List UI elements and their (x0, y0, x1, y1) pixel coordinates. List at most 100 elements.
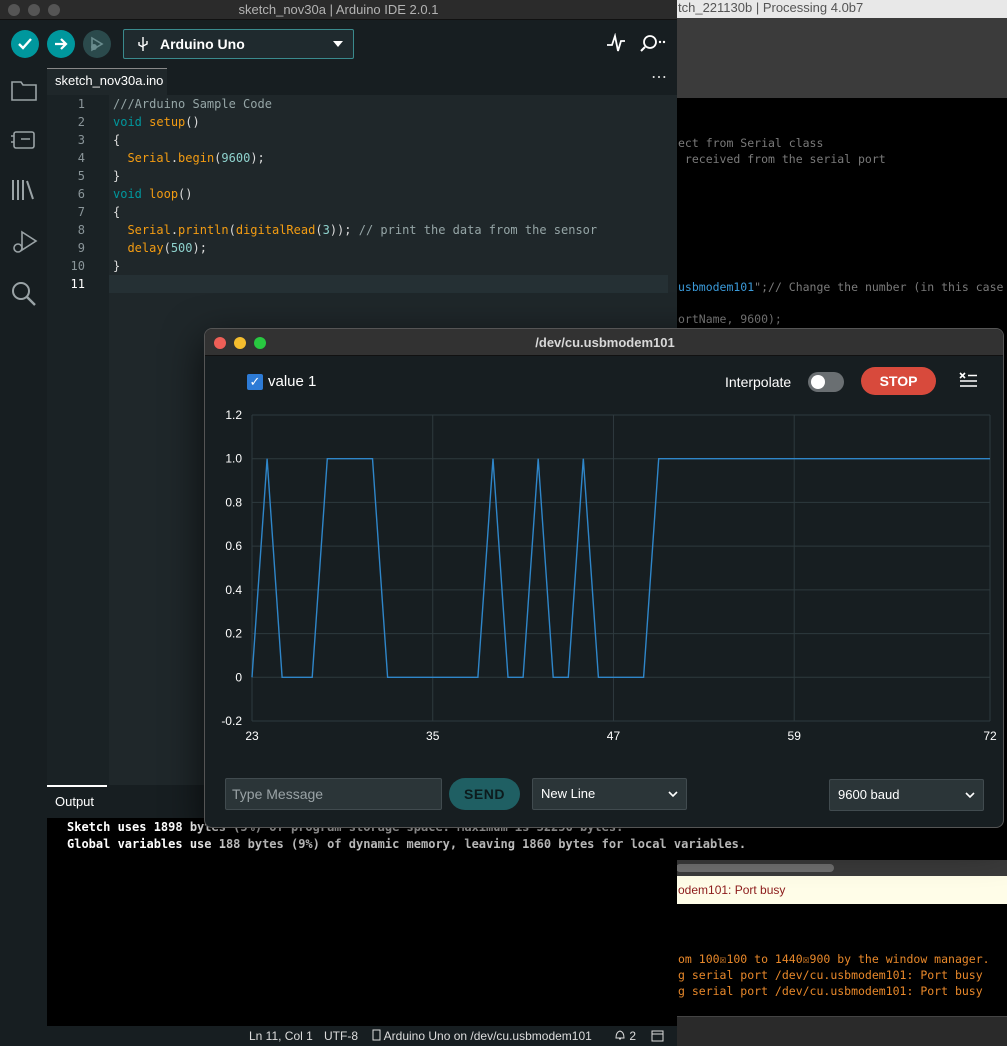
tab-sketch[interactable]: sketch_nov30a.ino (47, 68, 167, 95)
line-number-gutter: 1 2 3 4 5 6 7 8 9 10 11 (47, 95, 109, 785)
code-line: } (113, 169, 121, 183)
check-icon (18, 38, 32, 50)
y-tick-label: 0.8 (225, 495, 242, 509)
processing-toolbar (676, 18, 1007, 98)
board-port-status[interactable]: Arduino Uno on /dev/cu.usbmodem101 (372, 1026, 592, 1046)
upload-button[interactable] (47, 30, 75, 58)
debug-button[interactable] (83, 30, 111, 58)
debug-sidebar-icon[interactable] (10, 228, 38, 256)
series-checkbox[interactable]: ✓ (247, 374, 263, 390)
panel-toggle-icon[interactable] (651, 1030, 664, 1042)
notifications[interactable]: 2 (614, 1026, 636, 1046)
line-number: 10 (70, 259, 85, 273)
encoding[interactable]: UTF-8 (324, 1026, 358, 1046)
console-line: g serial port /dev/cu.usbmodem101: Port … (678, 968, 983, 982)
line-number: 9 (77, 241, 85, 255)
cursor-position[interactable]: Ln 11, Col 1 (249, 1026, 313, 1046)
line-number: 8 (77, 223, 85, 237)
serial-plotter-icon[interactable] (606, 33, 626, 53)
chevron-down-icon (333, 41, 343, 47)
tab-output[interactable]: Output (47, 785, 107, 818)
line-number: 7 (77, 205, 85, 219)
series-label[interactable]: value 1 (268, 372, 316, 392)
board-manager-icon[interactable] (10, 126, 38, 154)
x-tick-label: 59 (788, 729, 802, 743)
stop-button[interactable]: STOP (861, 367, 936, 395)
clear-plot-icon[interactable] (957, 371, 979, 391)
x-tick-label: 47 (607, 729, 621, 743)
code-line: delay(500); (127, 241, 207, 255)
code-line: } (113, 259, 121, 273)
more-options-icon[interactable]: ⋯ (651, 68, 667, 88)
plotter-title: /dev/cu.usbmodem101 (535, 335, 675, 350)
code-line: void loop() (113, 187, 193, 201)
y-tick-label: 0.2 (225, 627, 242, 641)
output-line: Global variables use 188 bytes (9%) of d… (67, 837, 747, 851)
file-icon (372, 1029, 381, 1041)
board-name: Arduino Uno (160, 36, 245, 52)
code-line: ///Arduino Sample Code (113, 97, 272, 111)
status-bar: Ln 11, Col 1 UTF-8 Arduino Uno on /dev/c… (0, 1026, 677, 1046)
chevron-down-icon (965, 792, 975, 799)
processing-title: tch_221130b | Processing 4.0b7 (676, 0, 1007, 18)
scroll-thumb[interactable] (676, 864, 834, 872)
y-tick-label: 0.4 (225, 583, 242, 597)
processing-error-bar: odem101: Port busy (676, 876, 1007, 904)
line-number: 2 (77, 115, 85, 129)
editor-tabbar: sketch_nov30a.ino ⋯ (47, 68, 677, 95)
chevron-down-icon (668, 791, 678, 798)
bell-icon (615, 1030, 625, 1040)
code-line: { (113, 205, 121, 219)
processing-code-line: received from the serial port (678, 152, 886, 166)
interpolate-toggle[interactable] (808, 372, 844, 392)
toggle-knob (811, 375, 825, 389)
code-line: void setup() (113, 115, 200, 129)
console-line: om 100☒100 to 1440☒900 by the window man… (678, 952, 990, 966)
verify-button[interactable] (11, 30, 39, 58)
ide-titlebar: sketch_nov30a | Arduino IDE 2.0.1 (0, 0, 677, 20)
output-console: Sketch uses 1898 bytes (5%) of program s… (47, 818, 746, 1026)
processing-code-line: usbmodem101";// Change the number (in th… (678, 280, 1004, 294)
y-tick-label: -0.2 (221, 714, 242, 728)
processing-console: om 100☒100 to 1440☒900 by the window man… (676, 904, 1007, 1016)
interpolate-label: Interpolate (725, 374, 792, 390)
line-number: 5 (77, 169, 85, 183)
arrow-right-icon (55, 38, 68, 50)
line-number: 1 (77, 97, 85, 111)
code-line: { (113, 133, 121, 147)
processing-code-line: ortName, 9600); (678, 312, 782, 326)
line-number: 11 (70, 277, 85, 291)
ide-sidebar (0, 68, 47, 1030)
send-button[interactable]: SEND (449, 778, 520, 810)
board-selector[interactable]: Arduino Uno (123, 29, 354, 59)
processing-scrollbar[interactable] (676, 860, 1007, 876)
serial-plotter-window: /dev/cu.usbmodem101 ✓ value 1 Interpolat… (204, 328, 1004, 828)
search-icon[interactable] (10, 280, 38, 308)
ide-toolbar: Arduino Uno (0, 20, 677, 68)
line-ending-value: New Line (541, 786, 596, 801)
code-line: Serial.begin(9600); (127, 151, 265, 165)
x-tick-label: 23 (245, 729, 259, 743)
y-tick-label: 0 (235, 670, 242, 684)
serial-monitor-icon[interactable] (640, 33, 668, 53)
code-line: Serial.println(digitalRead(3)); // print… (127, 223, 598, 237)
plot-area: 1.2 1.0 0.8 0.6 0.4 0.2 0 -0.223 35 47 59 72 (221, 408, 997, 743)
folder-icon[interactable] (10, 76, 38, 104)
processing-footer (676, 1016, 1007, 1046)
processing-code-line: ect from Serial class (678, 136, 824, 150)
library-icon[interactable] (10, 176, 38, 204)
usb-icon (138, 37, 148, 51)
message-input[interactable] (225, 778, 442, 810)
y-tick-label: 1.2 (225, 408, 242, 422)
x-tick-label: 72 (983, 729, 997, 743)
window-title: sketch_nov30a | Arduino IDE 2.0.1 (238, 2, 439, 17)
baud-rate-select[interactable]: 9600 baud (829, 779, 984, 811)
line-ending-select[interactable]: New Line (532, 778, 687, 810)
x-tick-label: 35 (426, 729, 440, 743)
current-line-highlight (109, 275, 668, 293)
y-tick-label: 1.0 (225, 452, 242, 466)
plotter-titlebar: /dev/cu.usbmodem101 (205, 329, 1003, 356)
line-number: 3 (77, 133, 85, 147)
line-number: 4 (77, 151, 85, 165)
debug-icon (91, 36, 104, 52)
